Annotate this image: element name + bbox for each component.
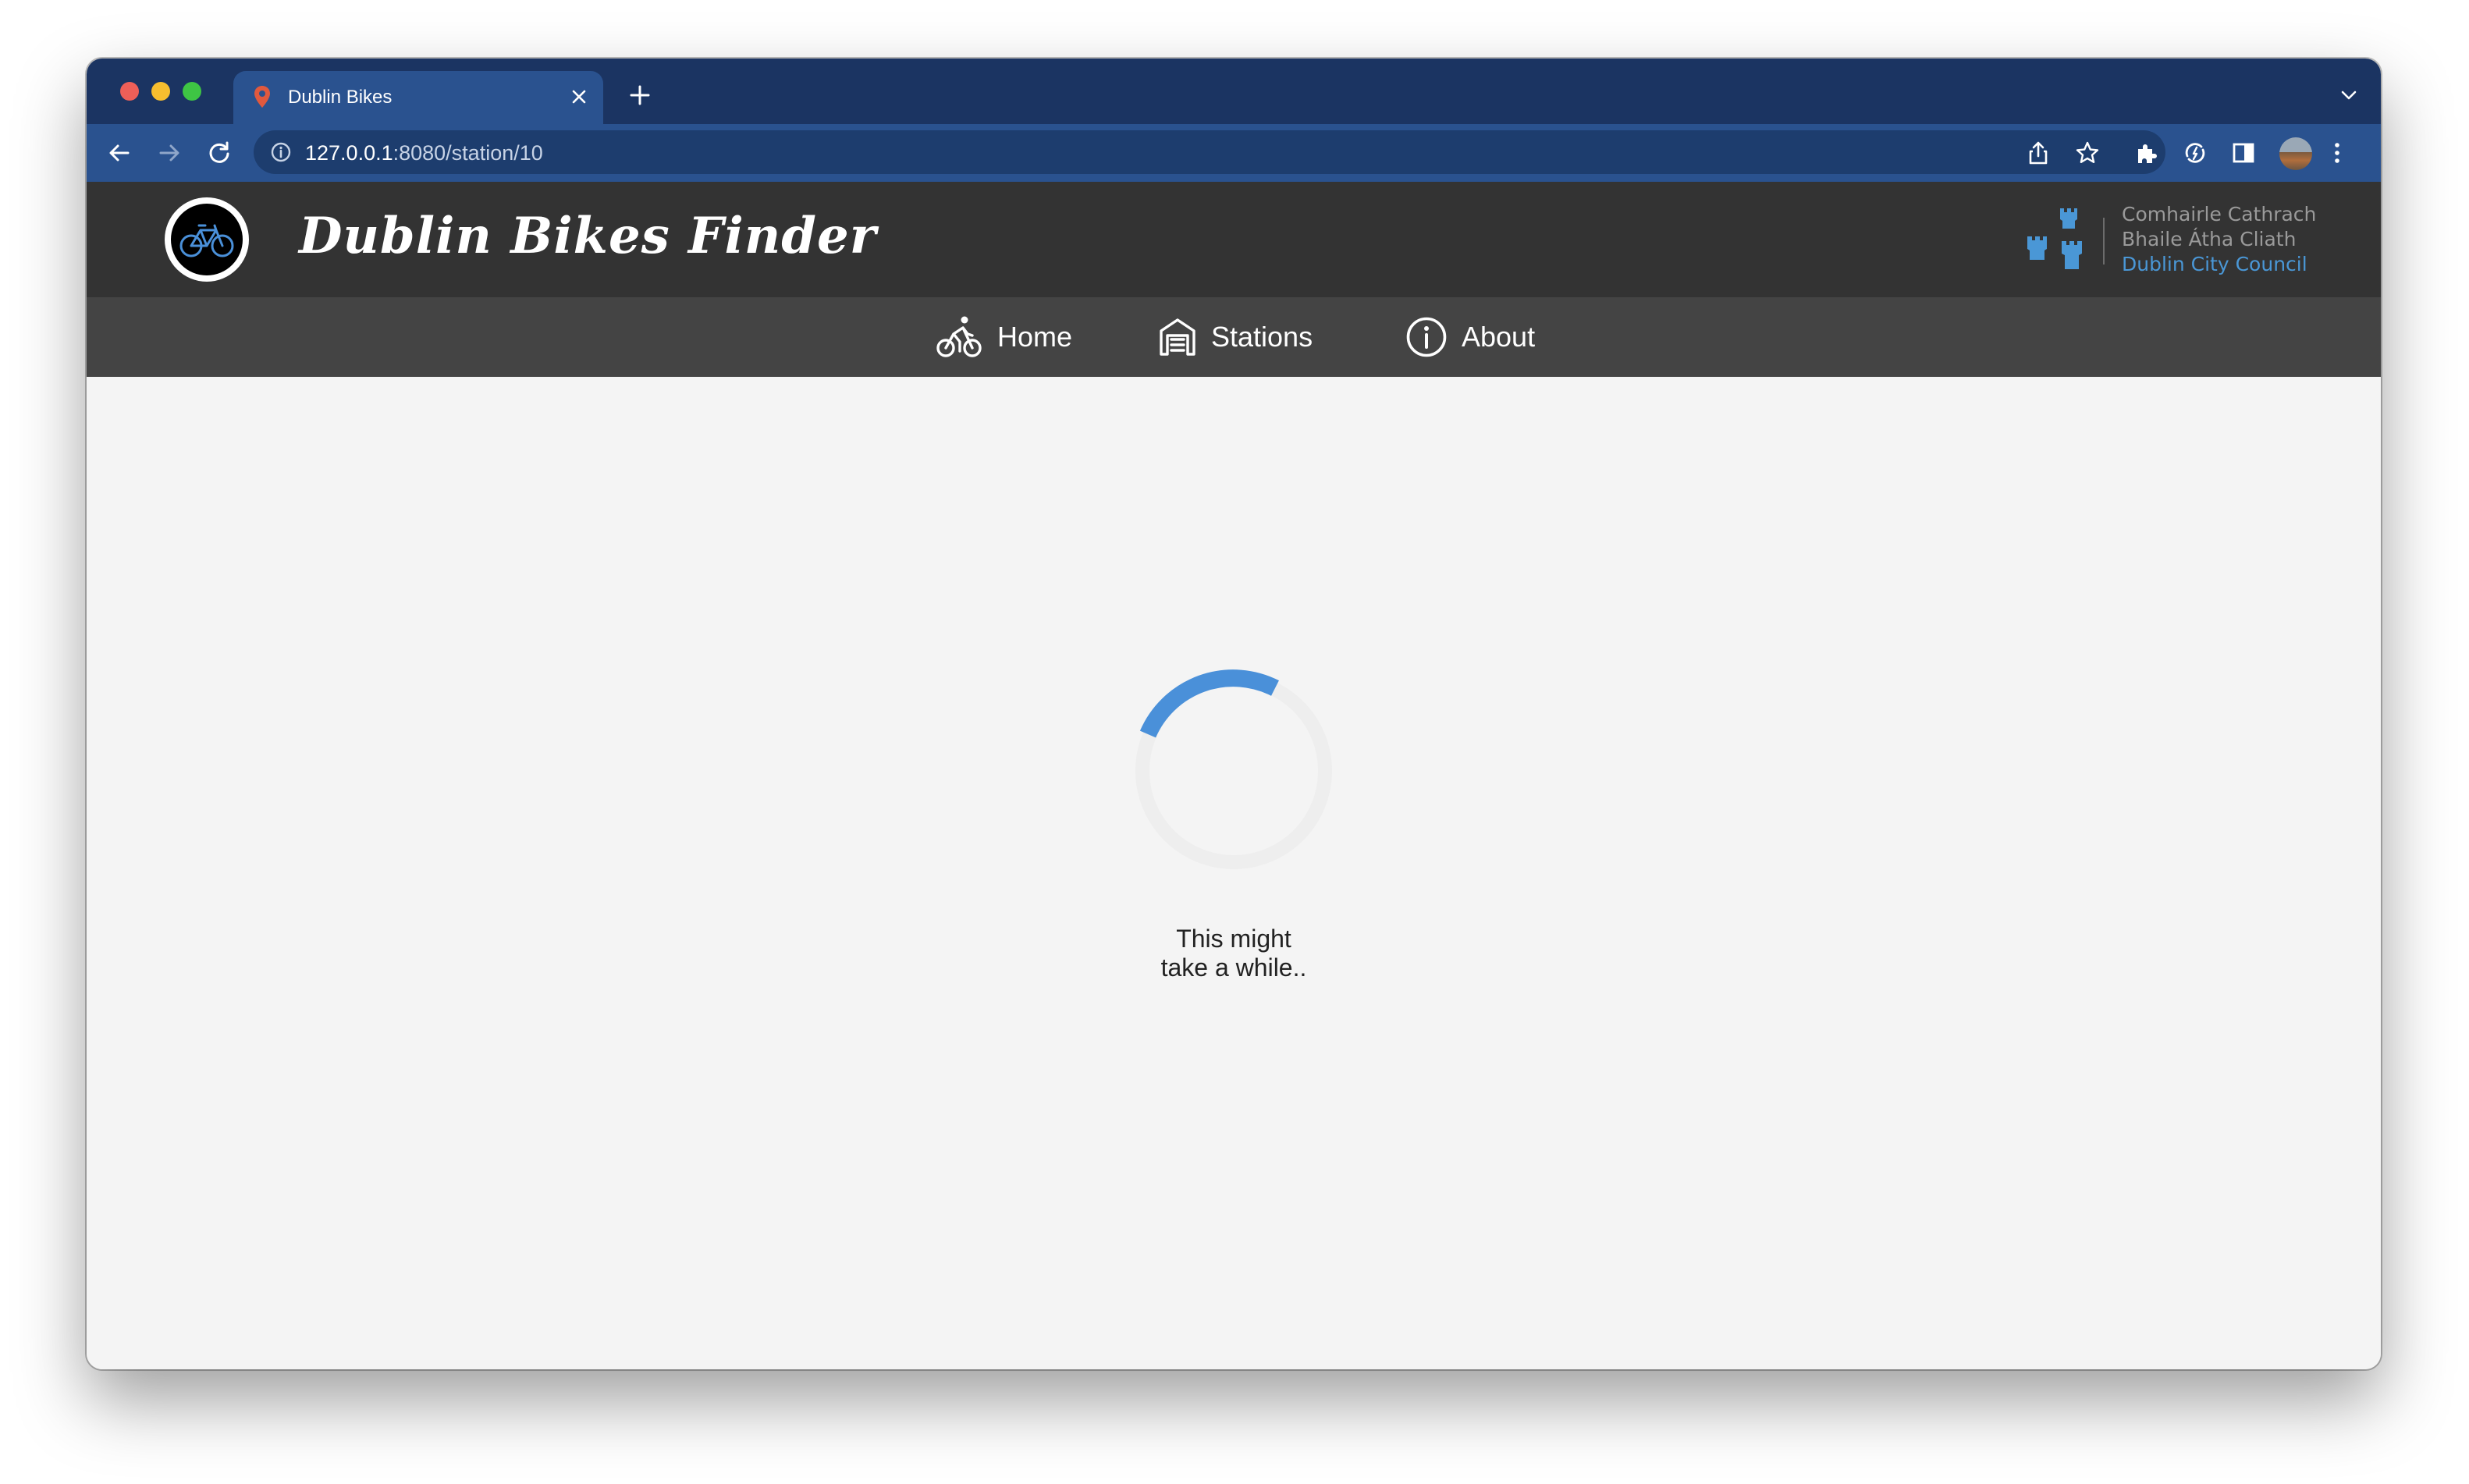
- tab-title: Dublin Bikes: [288, 87, 393, 108]
- council-name: Comhairle Cathrach Bhaile Átha Cliath Du…: [2122, 202, 2316, 277]
- more-menu-icon[interactable]: [2332, 140, 2342, 169]
- site-title: Dublin Bikes Finder: [299, 207, 877, 265]
- forward-arrow-icon[interactable]: [157, 140, 182, 169]
- back-arrow-icon[interactable]: [107, 140, 132, 169]
- info-icon: [1406, 317, 1447, 357]
- url-host: 127.0.0.1: [305, 141, 393, 165]
- extensions-puzzle-icon[interactable]: [2134, 140, 2159, 169]
- cyclist-icon: [936, 316, 982, 357]
- profile-avatar[interactable]: [2279, 137, 2312, 170]
- site-header: Dublin Bikes Finder Comhairle Cathrach B…: [87, 182, 2381, 297]
- site-info-icon[interactable]: [271, 142, 291, 166]
- url-path: :8080/station/10: [393, 141, 543, 165]
- council-name-irish-2: Bhaile Átha Cliath: [2122, 228, 2297, 250]
- main-nav: Home Stations About: [87, 297, 2381, 377]
- loading-spinner-icon: [1135, 669, 1332, 869]
- nav-item-about[interactable]: About: [1405, 297, 1535, 377]
- nav-item-stations[interactable]: Stations: [1158, 297, 1313, 377]
- side-panel-icon[interactable]: [2231, 140, 2256, 169]
- council-divider: [2103, 218, 2105, 264]
- bookmark-star-icon[interactable]: [2075, 140, 2100, 169]
- council-name-irish-1: Comhairle Cathrach: [2122, 203, 2317, 225]
- address-bar[interactable]: 127.0.0.1:8080/station/10: [254, 130, 2165, 174]
- minimize-window-button[interactable]: [151, 82, 170, 101]
- nav-label-stations: Stations: [1211, 321, 1313, 353]
- sync-extension-icon[interactable]: [2183, 140, 2208, 169]
- share-icon[interactable]: [2027, 140, 2050, 169]
- council-name-english: Dublin City Council: [2122, 253, 2307, 275]
- nav-label-about: About: [1462, 321, 1536, 353]
- site-logo[interactable]: [165, 197, 249, 282]
- maximize-window-button[interactable]: [183, 82, 201, 101]
- browser-window: Dublin Bikes 127.0.0.1:8080/station/10 D…: [87, 59, 2381, 1369]
- close-tab-icon[interactable]: [570, 88, 588, 109]
- new-tab-icon[interactable]: [630, 85, 650, 109]
- bicycle-icon: [179, 224, 234, 257]
- main-content: This might take a while..: [87, 377, 2381, 1369]
- chevron-down-icon[interactable]: [2340, 90, 2357, 105]
- nav-label-home: Home: [997, 321, 1073, 353]
- browser-toolbar: 127.0.0.1:8080/station/10: [87, 124, 2381, 182]
- loading-message: This might take a while..: [1160, 925, 1307, 982]
- nav-item-home[interactable]: Home: [936, 297, 1072, 377]
- garage-icon: [1160, 318, 1195, 356]
- browser-tab-active[interactable]: Dublin Bikes: [233, 71, 603, 124]
- tab-strip: Dublin Bikes: [87, 59, 2381, 124]
- castle-towers-icon: [2026, 205, 2093, 279]
- close-window-button[interactable]: [120, 82, 139, 101]
- reload-icon[interactable]: [207, 140, 232, 169]
- map-pin-icon: [254, 85, 271, 112]
- url-text: 127.0.0.1:8080/station/10: [305, 141, 543, 165]
- logo-background: [171, 204, 243, 275]
